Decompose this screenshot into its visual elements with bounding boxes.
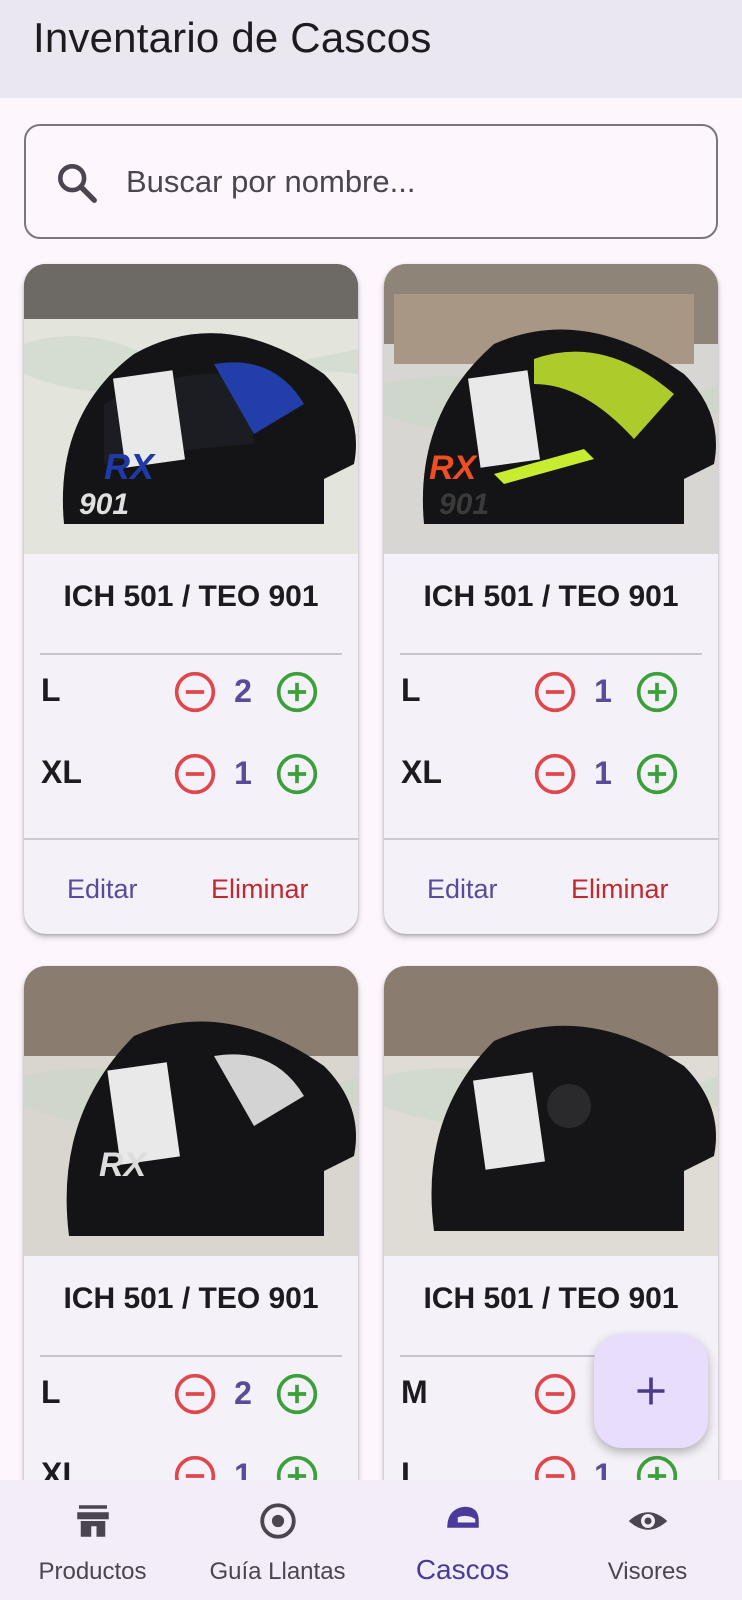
- divider: [400, 653, 702, 655]
- bottom-navigation: Productos Guía Llantas Cascos Visores: [0, 1480, 742, 1600]
- increment-button[interactable]: [275, 670, 319, 714]
- helmet-photo: RX: [24, 966, 358, 1256]
- size-label: L: [401, 1456, 421, 1480]
- increment-button[interactable]: [275, 1372, 319, 1416]
- divider: [40, 1355, 342, 1357]
- size-label: L: [41, 1374, 61, 1410]
- nav-item-productos[interactable]: Productos: [0, 1480, 185, 1600]
- decrement-button[interactable]: [173, 752, 217, 796]
- svg-text:RX: RX: [99, 1146, 149, 1184]
- decrement-button[interactable]: [533, 1454, 577, 1480]
- decrement-button[interactable]: [533, 1372, 577, 1416]
- size-row: L 1: [384, 1450, 718, 1480]
- size-label: XL: [41, 1456, 82, 1480]
- helmet-card: RX 901 ICH 501 / TEO 901 L 2 XL 1 Editar…: [24, 264, 358, 934]
- helmet-name: ICH 501 / TEO 901: [423, 580, 679, 613]
- add-helmet-button[interactable]: [594, 1334, 708, 1448]
- size-label: XL: [401, 754, 442, 790]
- size-row: XL 1: [24, 1450, 358, 1480]
- delete-button[interactable]: Eliminar: [211, 874, 309, 905]
- size-row: L 1: [384, 666, 718, 718]
- helmet-grid: RX 901 ICH 501 / TEO 901 L 2 XL 1 Editar…: [0, 0, 742, 1480]
- edit-button[interactable]: Editar: [67, 874, 138, 905]
- helmet-name: ICH 501 / TEO 901: [423, 1282, 679, 1315]
- nav-item-guia-llantas[interactable]: Guía Llantas: [185, 1480, 370, 1600]
- delete-button[interactable]: Eliminar: [571, 874, 669, 905]
- svg-text:RX: RX: [104, 446, 156, 487]
- divider: [40, 653, 342, 655]
- increment-button[interactable]: [635, 1454, 679, 1480]
- quantity-value: 1: [594, 1457, 612, 1480]
- size-label: L: [41, 672, 61, 708]
- decrement-button[interactable]: [533, 752, 577, 796]
- helmet-icon: [447, 1506, 479, 1528]
- nav-item-cascos[interactable]: Cascos: [370, 1480, 555, 1600]
- helmet-card: RX ICH 501 / TEO 901 L 2 XL 1: [24, 966, 358, 1480]
- quantity-value: 1: [594, 755, 612, 791]
- plus-icon: [637, 1377, 665, 1405]
- decrement-button[interactable]: [173, 1454, 217, 1480]
- decrement-button[interactable]: [173, 1372, 217, 1416]
- svg-text:RX: RX: [429, 449, 479, 487]
- helmet-card: RX 901 ICH 501 / TEO 901 L 1 XL 1 Editar…: [384, 264, 718, 934]
- nav-item-visores[interactable]: Visores: [555, 1480, 740, 1600]
- eye-icon: [628, 1512, 668, 1530]
- size-row: L 2: [24, 666, 358, 718]
- increment-button[interactable]: [635, 670, 679, 714]
- helmet-name: ICH 501 / TEO 901: [63, 580, 319, 613]
- increment-button[interactable]: [275, 1454, 319, 1480]
- divider: [24, 838, 358, 840]
- helmet-photo: [384, 966, 718, 1256]
- size-label: XL: [41, 754, 82, 790]
- nav-label: Guía Llantas: [209, 1558, 346, 1585]
- helmet-name: ICH 501 / TEO 901: [63, 1282, 319, 1315]
- quantity-value: 1: [234, 755, 252, 791]
- quantity-value: 2: [234, 673, 252, 709]
- size-label: M: [401, 1374, 428, 1410]
- quantity-value: 1: [594, 673, 612, 709]
- helmet-photo: RX 901: [24, 264, 358, 554]
- increment-button[interactable]: [275, 752, 319, 796]
- nav-label: Cascos: [415, 1554, 510, 1585]
- edit-button[interactable]: Editar: [427, 874, 498, 905]
- helmet-photo: RX 901: [384, 264, 718, 554]
- size-row: XL 1: [384, 748, 718, 800]
- increment-button[interactable]: [635, 752, 679, 796]
- quantity-value: 2: [234, 1375, 252, 1411]
- storefront-icon: [77, 1505, 109, 1537]
- size-label: L: [401, 672, 421, 708]
- quantity-value: 1: [234, 1457, 252, 1480]
- svg-text:901: 901: [439, 488, 489, 521]
- nav-label: Productos: [38, 1558, 147, 1585]
- decrement-button[interactable]: [173, 670, 217, 714]
- decrement-button[interactable]: [533, 670, 577, 714]
- divider: [384, 838, 718, 840]
- size-row: L 2: [24, 1368, 358, 1420]
- tire-icon: [260, 1503, 296, 1539]
- size-row: XL 1: [24, 748, 358, 800]
- svg-text:901: 901: [79, 488, 129, 521]
- nav-label: Visores: [607, 1558, 688, 1585]
